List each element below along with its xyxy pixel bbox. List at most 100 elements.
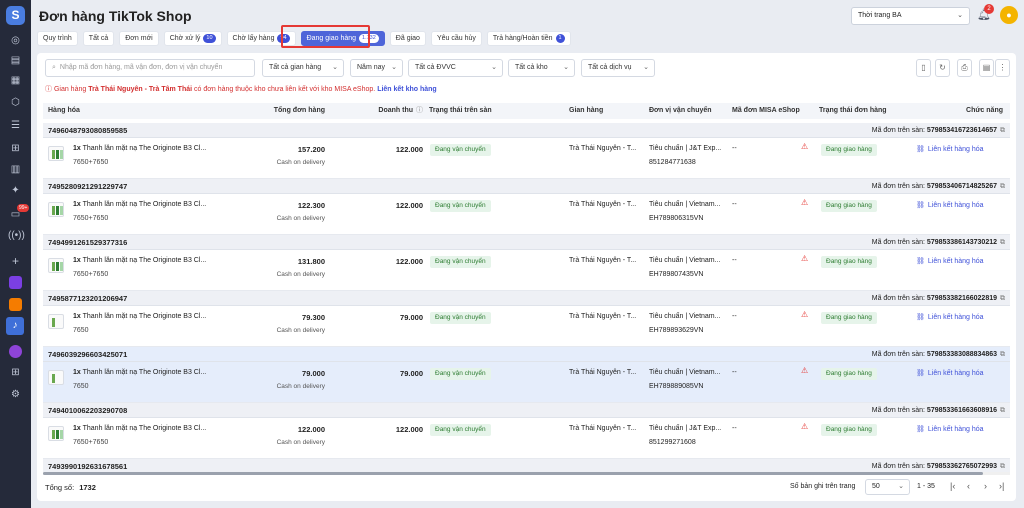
order-status-badge: Đang giao hàng: [821, 200, 877, 212]
search-icon: ⌕: [52, 64, 56, 71]
warehouse-filter[interactable]: Tất cả kho ⌄: [508, 59, 575, 77]
order-header: 7494991261529377316 Mã đơn trên sàn: 5798…: [43, 235, 1010, 250]
carrier-filter[interactable]: Tất cả ĐVVC ⌄: [408, 59, 503, 77]
warning-icon[interactable]: ⚠: [801, 142, 808, 151]
warning-icon[interactable]: ⚠: [801, 254, 808, 263]
copy-icon[interactable]: ⧉: [1000, 295, 1005, 302]
tab-da-giao[interactable]: Đã giao: [389, 31, 426, 46]
misa-order-id: --: [732, 201, 737, 208]
order-header: 7496039296603425071 Mã đơn trên sàn: 5798…: [43, 347, 1010, 362]
broadcast-icon[interactable]: ((•)): [8, 228, 25, 243]
order-revenue: 122.000: [395, 145, 423, 154]
prev-page-icon[interactable]: ‹: [967, 481, 970, 491]
product-bar: [60, 150, 63, 159]
copy-icon[interactable]: ⧉: [1000, 239, 1005, 246]
warning-icon[interactable]: ⚠: [801, 310, 808, 319]
link-product-button[interactable]: ⛓ Liên kết hàng hóa: [916, 369, 984, 377]
link-product-button[interactable]: ⛓ Liên kết hàng hóa: [916, 201, 984, 209]
active-tab-highlight: [281, 25, 370, 48]
product-bar: [56, 430, 59, 439]
app-logo[interactable]: S: [6, 6, 25, 25]
tab-count: 10: [203, 34, 216, 43]
view-icon[interactable]: ▤: [979, 59, 994, 77]
platform-order-label: Mã đơn trên sàn:: [871, 351, 925, 358]
print-icon[interactable]: ⎙: [957, 59, 972, 77]
copy-icon[interactable]: ⧉: [1000, 351, 1005, 358]
copy-icon[interactable]: ⧉: [1000, 127, 1005, 134]
product-title: Thanh lăn mặt nạ The Originote B3 Cl...: [82, 313, 207, 320]
platform-order-id: Mã đơn trên sàn: 579853416723614657 ⧉: [872, 123, 1005, 138]
warning-icon[interactable]: ⚠: [801, 366, 808, 375]
orders-icon[interactable]: ▦: [8, 73, 23, 88]
total-value: 1732: [79, 483, 96, 492]
product-bar: [60, 430, 63, 439]
tab-don-moi[interactable]: Đơn mới: [119, 31, 159, 46]
carrier-name: Tiêu chuẩn | Vietnam...: [649, 313, 721, 320]
channel-app-icon[interactable]: [9, 276, 22, 289]
stall-name: Trà Thái Nguyên - T...: [569, 201, 637, 208]
table-header: Hàng hóa Tổng đơn hàng Doanh thu ⓘ Trạng…: [43, 103, 1010, 119]
col-product: Hàng hóa: [48, 107, 80, 114]
platform-order-id: Mã đơn trên sàn: 579853383088834863 ⧉: [872, 347, 1005, 362]
chart-icon[interactable]: ▥: [8, 162, 23, 177]
first-page-icon[interactable]: |‹: [950, 481, 955, 491]
chevron-down-icon: ⌄: [563, 64, 569, 71]
tab-cho-xu-ly[interactable]: Chờ xử lý 10: [163, 31, 222, 46]
copy-icon[interactable]: ⧉: [1000, 463, 1005, 470]
list-icon[interactable]: ☰: [8, 118, 23, 133]
product-title: Thanh lăn mặt nạ The Originote B3 Cl...: [82, 201, 207, 208]
copy-icon[interactable]: ⧉: [1000, 407, 1005, 414]
stall-name: Trà Thái Nguyên - T...: [569, 257, 637, 264]
tab-quy-trinh[interactable]: Quy trình: [37, 31, 78, 46]
dashboard-icon[interactable]: ◎: [8, 33, 23, 48]
document-icon[interactable]: ▤: [8, 53, 23, 68]
shop-select[interactable]: Thời trang BA ⌄: [851, 7, 970, 25]
last-page-icon[interactable]: ›|: [999, 481, 1004, 491]
year-filter[interactable]: Năm nay ⌄: [350, 59, 403, 77]
box-icon[interactable]: ⬡: [8, 95, 23, 110]
warehouse-filter-value: Tất cả kho: [515, 64, 548, 71]
link-product-button[interactable]: ⛓ Liên kết hàng hóa: [916, 425, 984, 433]
refresh-icon[interactable]: ↻: [935, 59, 950, 77]
settings-icon[interactable]: ⚙: [8, 387, 23, 402]
grid-icon[interactable]: ⊞: [8, 141, 23, 156]
export-icon[interactable]: ▯: [916, 59, 931, 77]
platform-status-badge: Đang vận chuyển: [430, 368, 491, 380]
copy-icon[interactable]: ⧉: [1000, 183, 1005, 190]
link-product-button[interactable]: ⛓ Liên kết hàng hóa: [916, 313, 984, 321]
order-row: 7494010062203290708 Mã đơn trên sàn: 5798…: [43, 403, 1010, 459]
per-page-select[interactable]: 50 ⌄: [865, 479, 910, 495]
more-icon[interactable]: ⋮: [995, 59, 1010, 77]
platform-order-label: Mã đơn trên sàn:: [871, 295, 925, 302]
tab-yeu-cau-huy[interactable]: Yêu cầu hủy: [430, 31, 482, 46]
apps-icon[interactable]: ⊞: [8, 365, 23, 380]
service-filter[interactable]: Tất cả dịch vụ ⌄: [581, 59, 655, 77]
scrollbar-thumb[interactable]: [43, 472, 983, 475]
search-input[interactable]: ⌕ Nhập mã đơn hàng, mã vận đơn, đơn vị vậ…: [45, 59, 255, 77]
order-status-badge: Đang giao hàng: [821, 144, 877, 156]
platform-order-id: Mã đơn trên sàn: 579853361663608916 ⧉: [872, 403, 1005, 418]
link-product-button[interactable]: ⛓ Liên kết hàng hóa: [916, 145, 984, 153]
warning-icon[interactable]: ⚠: [801, 198, 808, 207]
plugin-icon[interactable]: [9, 345, 22, 358]
tab-tat-ca[interactable]: Tất cả: [82, 31, 115, 46]
add-icon[interactable]: +: [8, 254, 23, 269]
order-total: 79.000: [302, 369, 325, 378]
warning-icon[interactable]: ⚠: [801, 422, 808, 431]
col-misa-id: Mã đơn MISA eShop: [732, 107, 800, 114]
info-icon[interactable]: ⓘ: [416, 103, 423, 119]
stall-filter[interactable]: Tất cả gian hàng ⌄: [262, 59, 344, 77]
year-filter-value: Năm nay: [357, 64, 386, 71]
tiktok-shop-icon[interactable]: ♪: [6, 317, 24, 335]
link-product-button[interactable]: ⛓ Liên kết hàng hóa: [916, 257, 984, 265]
shopee-icon[interactable]: [9, 298, 22, 311]
payment-method: Cash on delivery: [276, 159, 325, 166]
product-bar: [52, 206, 55, 215]
avatar[interactable]: ●: [1000, 6, 1018, 24]
gift-icon[interactable]: ✦: [8, 183, 23, 198]
next-page-icon[interactable]: ›: [984, 481, 987, 491]
payment-method: Cash on delivery: [276, 439, 325, 446]
tab-tra-hang[interactable]: Trả hàng/Hoàn tiền 1: [486, 31, 571, 46]
horizontal-scrollbar[interactable]: [43, 472, 1010, 475]
link-warehouse-link[interactable]: Liên kết kho hàng: [377, 86, 437, 93]
